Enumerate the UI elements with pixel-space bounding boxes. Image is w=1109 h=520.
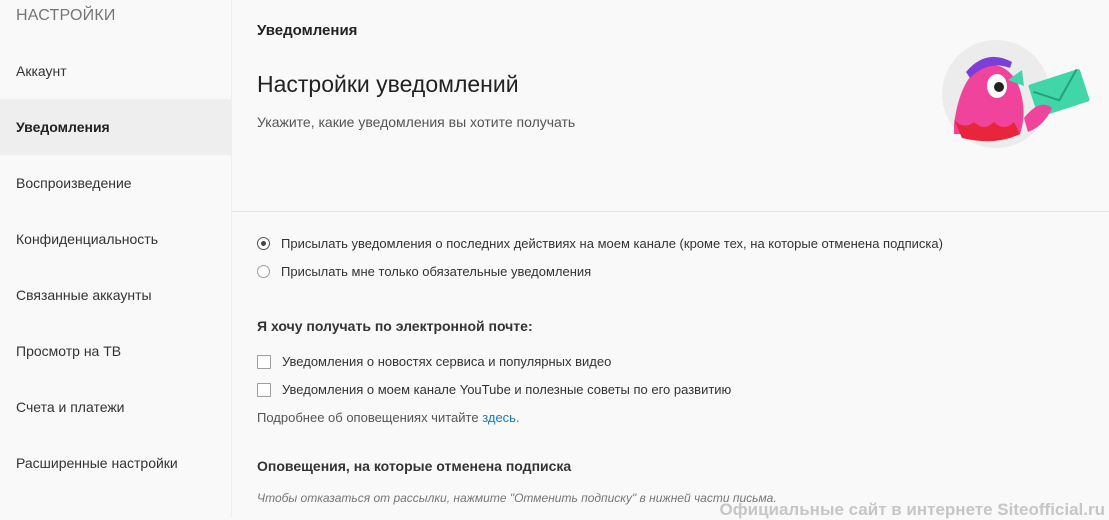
more-info-text: Подробнее об оповещениях читайте здесь. xyxy=(257,410,520,425)
sidebar-item-account[interactable]: Аккаунт xyxy=(0,43,232,99)
sidebar-item-connected-accounts[interactable]: Связанные аккаунты xyxy=(0,267,232,323)
radio-required-only-label: Присылать мне только обязательные уведом… xyxy=(281,264,592,279)
page-title: Настройки уведомлений xyxy=(257,71,519,97)
sidebar-item-playback[interactable]: Воспроизведение xyxy=(0,155,232,211)
settings-sidebar: НАСТРОЙКИ Аккаунт Уведомления Воспроизве… xyxy=(0,0,232,518)
sidebar-item-advanced[interactable]: Расширенные настройки xyxy=(0,435,232,491)
notification-bird-illustration xyxy=(942,40,1090,148)
checkbox-channel-tips-label: Уведомления о моем канале YouTube и поле… xyxy=(282,382,732,397)
sidebar-header: НАСТРОЙКИ xyxy=(16,7,116,24)
section-divider xyxy=(232,211,1109,212)
checkbox-channel-tips[interactable] xyxy=(257,382,271,397)
checkbox-news-row[interactable]: Уведомления о новостях сервиса и популяр… xyxy=(257,354,611,369)
sidebar-item-privacy[interactable]: Конфиденциальность xyxy=(0,211,232,267)
more-info-link[interactable]: здесь xyxy=(482,410,516,425)
unsubscribed-heading: Оповещения, на которые отменена подписка xyxy=(257,458,572,474)
section-label: Уведомления xyxy=(257,22,358,39)
checkbox-news-popular-label: Уведомления о новостях сервиса и популяр… xyxy=(282,354,612,369)
radio-required-only[interactable] xyxy=(257,265,270,278)
radio-required-only-row[interactable]: Присылать мне только обязательные уведом… xyxy=(257,264,591,279)
checkbox-news-popular[interactable] xyxy=(257,354,271,369)
email-prefs-heading: Я хочу получать по электронной почте: xyxy=(257,318,533,334)
notifications-panel: Уведомления Настройки уведомлений Укажит… xyxy=(232,0,1109,518)
sidebar-item-tv[interactable]: Просмотр на ТВ xyxy=(0,323,232,379)
more-info-label: Подробнее об оповещениях читайте xyxy=(257,410,479,425)
unsubscribed-note: Чтобы отказаться от рассылки, нажмите "О… xyxy=(257,491,777,505)
sidebar-item-notifications[interactable]: Уведомления xyxy=(0,99,232,155)
sidebar-item-billing[interactable]: Счета и платежи xyxy=(0,379,232,435)
page-subtitle: Укажите, какие уведомления вы хотите пол… xyxy=(257,114,576,130)
more-info-suffix: . xyxy=(515,410,520,425)
radio-recent-activity[interactable] xyxy=(257,237,270,250)
site-watermark: Официальные сайт в интернете Siteofficia… xyxy=(719,500,1105,519)
checkbox-channel-row[interactable]: Уведомления о моем канале YouTube и поле… xyxy=(257,382,731,397)
radio-recent-activity-row[interactable]: Присылать уведомления о последних действ… xyxy=(257,236,943,251)
radio-recent-activity-label: Присылать уведомления о последних действ… xyxy=(281,236,943,251)
